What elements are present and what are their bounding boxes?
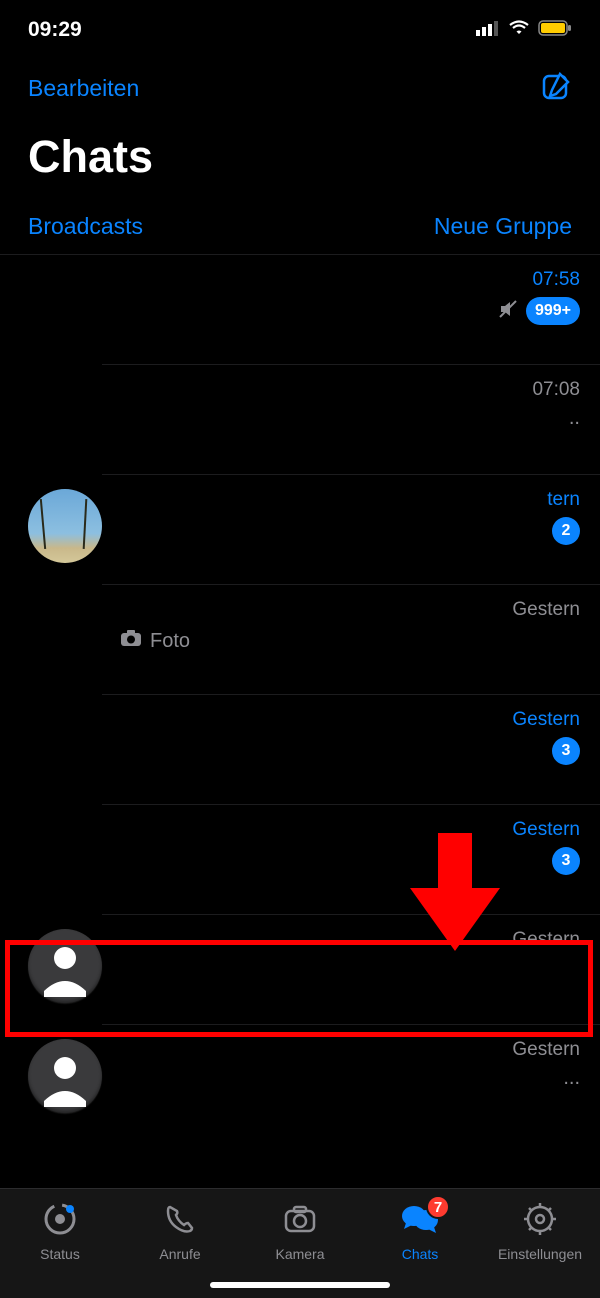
chat-item[interactable]: Gestern 3 [0, 695, 600, 805]
tab-settings[interactable]: Einstellungen [480, 1189, 600, 1298]
unread-badge: 3 [552, 847, 580, 875]
chat-time: 07:08 [532, 379, 580, 401]
chat-preview: ... [563, 1067, 580, 1090]
chat-item[interactable]: Gestern ... [0, 1025, 600, 1135]
chat-time: Gestern [512, 599, 580, 621]
chat-time: Gestern [512, 819, 580, 841]
camera-icon [120, 629, 142, 653]
new-group-button[interactable]: Neue Gruppe [434, 213, 572, 240]
broadcasts-button[interactable]: Broadcasts [28, 213, 143, 240]
avatar [28, 599, 102, 673]
chat-time: 07:58 [532, 269, 580, 291]
home-indicator[interactable] [210, 1282, 390, 1288]
chat-time: Gestern [512, 709, 580, 731]
sub-actions: Broadcasts Neue Gruppe [0, 191, 600, 255]
chat-preview: Foto [150, 630, 190, 653]
gear-icon [522, 1201, 558, 1242]
avatar [28, 1039, 102, 1113]
phone-icon [162, 1201, 198, 1242]
tab-badge: 7 [426, 1195, 450, 1219]
avatar [28, 269, 102, 343]
tab-label: Kamera [275, 1246, 324, 1262]
chat-time: Gestern [512, 929, 580, 951]
battery-icon [538, 18, 572, 42]
chat-preview: .. [569, 407, 580, 430]
unread-badge: 3 [552, 737, 580, 765]
header: Bearbeiten Chats [0, 52, 600, 191]
avatar [28, 379, 102, 453]
tab-label: Chats [402, 1246, 439, 1262]
chat-item[interactable]: Gestern 3 [0, 805, 600, 915]
avatar [28, 819, 102, 893]
muted-icon [498, 299, 518, 324]
page-title: Chats [28, 131, 572, 183]
tab-status[interactable]: Status [0, 1189, 120, 1298]
chat-time: Gestern [512, 1039, 580, 1061]
edit-button[interactable]: Bearbeiten [28, 75, 139, 102]
status-icon [42, 1201, 78, 1242]
tab-label: Anrufe [159, 1246, 200, 1262]
status-time: 09:29 [28, 18, 82, 42]
chat-item[interactable]: Gestern Foto [0, 585, 600, 695]
chat-item[interactable]: 07:58 999+ [0, 255, 600, 365]
unread-badge: 999+ [526, 297, 580, 325]
avatar [28, 929, 102, 1003]
status-icons [476, 18, 572, 42]
chat-time: tern [547, 489, 580, 511]
tab-label: Status [40, 1246, 80, 1262]
signal-icon [476, 18, 500, 42]
status-bar: 09:29 [0, 0, 600, 52]
compose-icon[interactable] [540, 70, 572, 107]
chat-item[interactable]: Gestern [0, 915, 600, 1025]
avatar [28, 489, 102, 563]
chat-list: 07:58 999+ 07:08 .. tern 2 Gestern [0, 255, 600, 1135]
avatar [28, 709, 102, 783]
chat-item[interactable]: 07:08 .. [0, 365, 600, 475]
camera-icon [282, 1201, 318, 1242]
chat-item[interactable]: tern 2 [0, 475, 600, 585]
tab-label: Einstellungen [498, 1246, 582, 1262]
unread-badge: 2 [552, 517, 580, 545]
wifi-icon [508, 18, 530, 42]
